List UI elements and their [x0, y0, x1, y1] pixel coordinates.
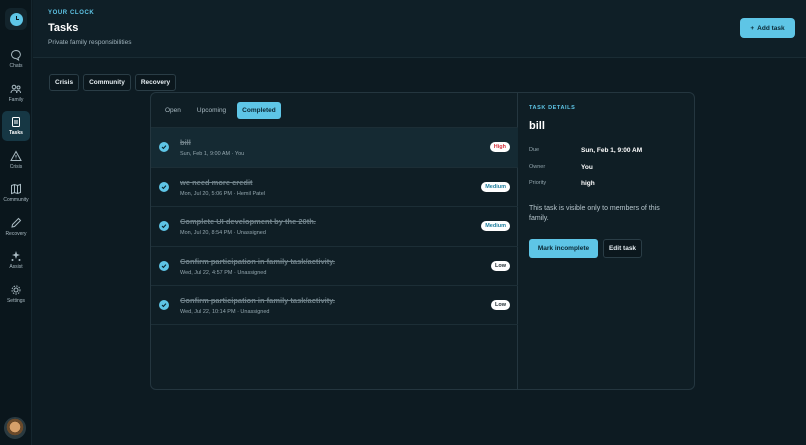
tab-recovery[interactable]: Recovery	[134, 74, 177, 91]
priority-badge: Low	[491, 260, 510, 271]
map-icon	[11, 183, 21, 195]
family-icon	[10, 84, 21, 94]
tasks-icon	[12, 117, 20, 127]
tab-community[interactable]: Community	[83, 74, 131, 91]
details-due: Due Sun, Feb 1, 9:00 AM	[529, 147, 689, 157]
check-icon[interactable]	[159, 221, 169, 232]
sidebar-item-recovery[interactable]: Recovery	[2, 212, 30, 242]
sidebar-item-family[interactable]: Family	[2, 78, 30, 108]
task-details: TASK DETAILS bill Due Sun, Feb 1, 9:00 A…	[529, 93, 694, 389]
task-title: Confirm participation in family task/act…	[180, 296, 335, 306]
sidebar-item-assist[interactable]: Assist	[2, 245, 30, 275]
tab-crisis[interactable]: Crisis	[49, 74, 80, 91]
chat-icon	[11, 49, 21, 61]
check-icon[interactable]	[159, 300, 169, 311]
task-title: bill	[180, 138, 191, 147]
filter-completed[interactable]: Completed	[237, 102, 281, 119]
task-list-area: Open Upcoming Completed bill Sun, Feb 1,…	[151, 93, 518, 389]
sidebar-item-label: Recovery	[5, 231, 27, 237]
category-tabs: Crisis Community Recovery	[49, 74, 177, 91]
check-icon[interactable]	[159, 142, 169, 152]
priority-badge: Medium	[481, 221, 510, 232]
task-row[interactable]: Confirm participation in family task/act…	[151, 285, 518, 325]
add-task-label: Add task	[757, 24, 785, 32]
task-meta: Wed, Jul 22, 4:57 PM · Unassigned	[180, 269, 267, 276]
sidebar-item-tasks[interactable]: Tasks	[2, 111, 30, 141]
task-row[interactable]: Complete UI development by the 20th. Mon…	[151, 206, 518, 246]
sidebar-item-crisis[interactable]: Crisis	[2, 145, 30, 175]
clock-icon	[9, 12, 23, 26]
task-list: bill Sun, Feb 1, 9:00 AM · You High we n…	[151, 127, 518, 325]
sidebar-item-label: Assist	[9, 264, 23, 270]
task-row[interactable]: bill Sun, Feb 1, 9:00 AM · You High	[151, 127, 518, 167]
check-icon[interactable]	[159, 260, 169, 271]
sidebar-item-community[interactable]: Community	[2, 178, 30, 208]
check-icon[interactable]	[159, 181, 169, 192]
filter-upcoming[interactable]: Upcoming	[192, 102, 231, 119]
sidebar-item-label: Community	[3, 197, 29, 203]
sidebar-item-settings[interactable]: Settings	[2, 279, 30, 309]
details-title: bill	[529, 120, 545, 132]
priority-badge: Low	[491, 300, 510, 311]
sidebar-item-label: Settings	[6, 298, 26, 304]
edit-task-button[interactable]: Edit task	[603, 239, 642, 258]
owner-value: You	[581, 164, 593, 171]
app-logo[interactable]	[5, 8, 27, 30]
page-header: YOUR CLOCK Tasks Private family responsi…	[33, 0, 806, 58]
add-task-button[interactable]: + Add task	[740, 18, 795, 38]
sidebar-item-chats[interactable]: Chats	[2, 44, 30, 74]
brand-label: YOUR CLOCK	[48, 10, 95, 16]
visibility-note: This task is visible only to members of …	[529, 205, 660, 222]
task-meta: Wed, Jul 22, 10:14 PM · Unassigned	[180, 309, 270, 316]
priority-badge: Medium	[481, 181, 510, 192]
task-meta: Sun, Feb 1, 9:00 AM · You	[180, 151, 245, 157]
priority-badge: High	[489, 142, 510, 152]
avatar[interactable]	[4, 417, 26, 439]
details-priority: Priority high	[529, 180, 689, 190]
due-value: Sun, Feb 1, 9:00 AM	[581, 147, 643, 154]
warning-icon	[10, 150, 22, 161]
task-meta: Mon, Jul 20, 8:54 PM · Unassigned	[180, 230, 266, 237]
sidebar-item-label: Crisis	[9, 164, 23, 170]
due-label: Due	[529, 147, 540, 153]
pencil-icon	[11, 217, 22, 228]
task-meta: Mon, Jul 20, 5:06 PM · Hemil Patel	[180, 190, 265, 197]
sidebar-item-label: Tasks	[9, 130, 23, 136]
filter-open[interactable]: Open	[160, 102, 186, 119]
tasks-panel: Open Upcoming Completed bill Sun, Feb 1,…	[150, 92, 695, 390]
task-row[interactable]: Confirm participation in family task/act…	[151, 245, 518, 286]
task-row[interactable]: we need more credit Mon, Jul 20, 5:06 PM…	[151, 166, 518, 207]
sidebar: Chats Family Tasks Crisis Community Reco…	[0, 0, 32, 445]
priority-value: high	[581, 180, 595, 187]
details-owner: Owner You	[529, 164, 689, 174]
owner-label: Owner	[529, 164, 546, 170]
task-filters: Open Upcoming Completed	[160, 102, 281, 119]
gear-icon	[11, 285, 21, 295]
details-section-label: TASK DETAILS	[529, 105, 576, 111]
task-title: Complete UI development by the 20th.	[180, 217, 316, 227]
page-title: Tasks	[48, 22, 79, 34]
task-title: Confirm participation in family task/act…	[180, 256, 335, 266]
priority-label: Priority	[529, 180, 547, 186]
task-title: we need more credit	[180, 177, 253, 187]
plus-icon: +	[750, 24, 755, 32]
sidebar-item-label: Family	[8, 97, 24, 103]
sparkle-icon	[11, 251, 21, 261]
sidebar-item-label: Chats	[9, 63, 23, 69]
mark-incomplete-button[interactable]: Mark incomplete	[529, 239, 598, 258]
page-subtitle: Private family responsibilities	[48, 39, 132, 46]
